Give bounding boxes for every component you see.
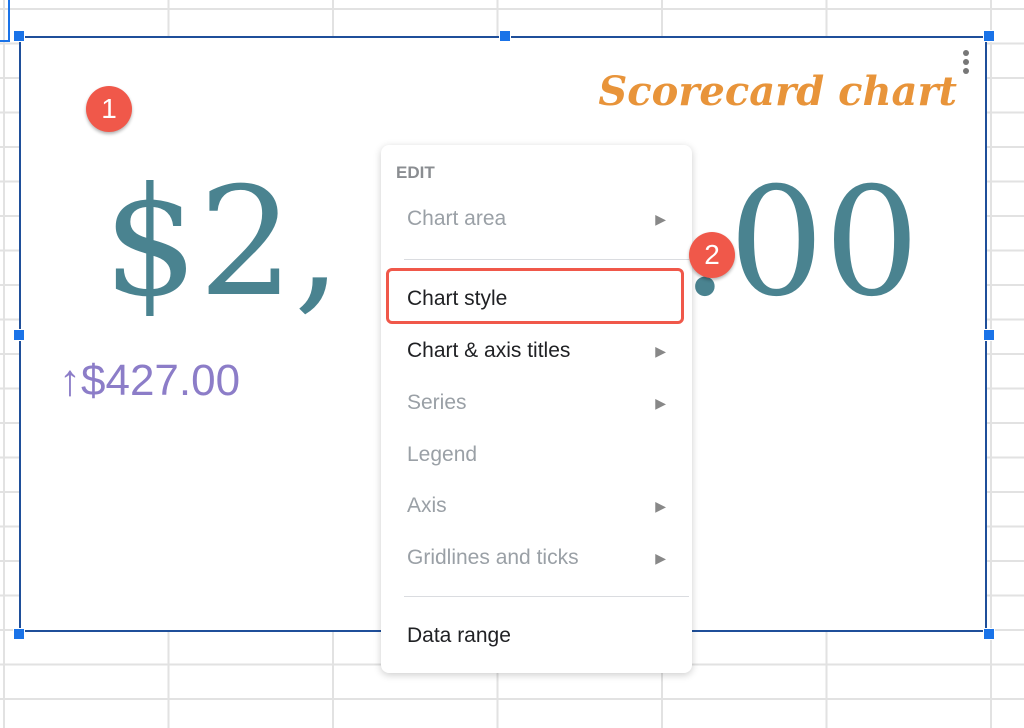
submenu-arrow-icon: ▶ bbox=[655, 498, 666, 514]
submenu-arrow-icon: ▶ bbox=[655, 550, 666, 566]
menu-header: EDIT bbox=[396, 163, 435, 182]
resize-handle[interactable] bbox=[983, 329, 995, 341]
menu-item-gridlines-ticks[interactable]: Gridlines and ticks ▶ bbox=[381, 532, 692, 584]
delta-value: ↑$427.00 bbox=[59, 356, 240, 406]
menu-item-label: Series bbox=[407, 391, 467, 414]
menu-item-label: Data range bbox=[407, 624, 511, 647]
chart-title: Scorecard chart bbox=[598, 68, 957, 115]
callout-badge-2: 2 bbox=[689, 232, 735, 278]
callout-badge-1: 1 bbox=[86, 86, 132, 132]
edit-context-menu: EDIT Chart area ▶ Chart style Chart & axi… bbox=[381, 145, 692, 673]
resize-handle[interactable] bbox=[983, 30, 995, 42]
delta-amount: $427.00 bbox=[81, 356, 241, 405]
menu-divider bbox=[404, 596, 689, 597]
menu-item-label: Axis bbox=[407, 494, 447, 517]
more-options-icon[interactable] bbox=[963, 50, 969, 77]
resize-handle[interactable] bbox=[983, 628, 995, 640]
menu-item-legend[interactable]: Legend bbox=[381, 429, 692, 481]
menu-item-series[interactable]: Series ▶ bbox=[381, 377, 692, 429]
highlight-outline bbox=[386, 268, 684, 324]
submenu-arrow-icon: ▶ bbox=[655, 211, 666, 227]
resize-handle[interactable] bbox=[13, 628, 25, 640]
resize-handle[interactable] bbox=[13, 30, 25, 42]
arrow-up-icon: ↑ bbox=[59, 356, 81, 405]
resize-handle[interactable] bbox=[13, 329, 25, 341]
menu-item-chart-area[interactable]: Chart area ▶ bbox=[381, 193, 692, 245]
key-value-left: $2, bbox=[103, 156, 342, 330]
submenu-arrow-icon: ▶ bbox=[655, 343, 666, 359]
selected-cell bbox=[0, 0, 10, 42]
menu-item-data-range[interactable]: Data range bbox=[381, 610, 692, 662]
menu-item-label: Legend bbox=[407, 443, 478, 466]
menu-item-chart-axis-titles[interactable]: Chart & axis titles ▶ bbox=[381, 325, 692, 377]
menu-item-axis[interactable]: Axis ▶ bbox=[381, 480, 692, 532]
menu-item-label: Chart area bbox=[407, 207, 507, 230]
menu-item-label: Gridlines and ticks bbox=[407, 546, 579, 569]
resize-handle[interactable] bbox=[499, 30, 511, 42]
menu-divider bbox=[404, 259, 689, 260]
menu-item-label: Chart & axis titles bbox=[407, 339, 571, 362]
submenu-arrow-icon: ▶ bbox=[655, 395, 666, 411]
